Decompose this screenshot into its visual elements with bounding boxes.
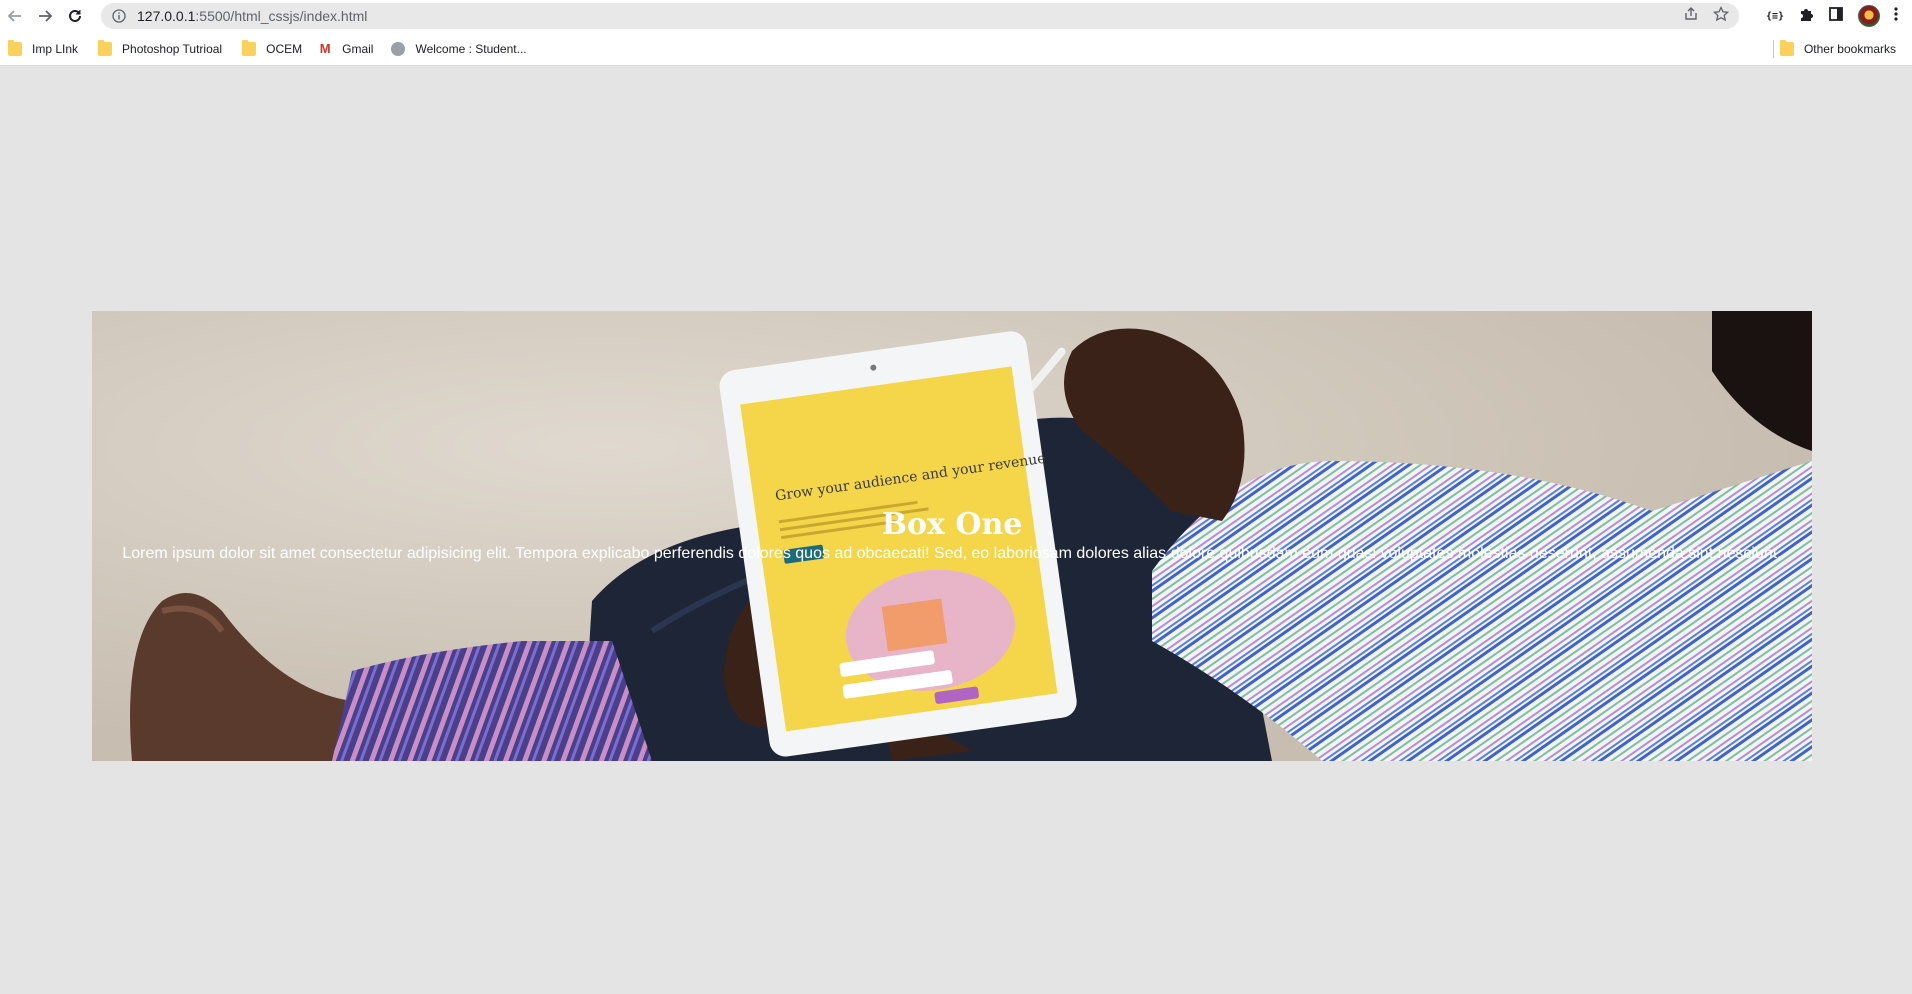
bookmark-label: Imp LInk — [32, 41, 79, 56]
forward-button[interactable] — [30, 1, 60, 31]
gmail-icon: M — [319, 40, 331, 56]
menu-kebab-icon[interactable] — [1894, 6, 1898, 27]
url-host: 127.0.0.1 — [137, 8, 196, 24]
other-bookmarks-label: Other bookmarks — [1803, 42, 1896, 56]
bookmark-welcome-student[interactable]: Welcome : Student... — [383, 36, 534, 62]
bookmark-ocem[interactable]: OCEM — [234, 36, 310, 62]
box-text: Lorem ipsum dolor sit amet consectetur a… — [122, 545, 1782, 562]
globe-icon — [391, 41, 406, 56]
bookmark-label: Gmail — [342, 41, 374, 56]
bookmark-imp-link[interactable]: Imp LInk — [0, 36, 86, 62]
bookmark-label: Welcome : Student... — [415, 41, 527, 56]
arrow-right-icon — [39, 10, 53, 22]
bookmark-gmail[interactable]: M Gmail — [310, 36, 381, 62]
address-bar[interactable]: 127.0.0.1:5500/html_cssjs/index.html — [101, 3, 1739, 29]
bookmark-label: Photoshop Tutrioal — [122, 41, 223, 56]
folder-icon — [242, 39, 257, 56]
info-icon[interactable] — [111, 8, 127, 24]
url-text: 127.0.0.1:5500/html_cssjs/index.html — [137, 8, 367, 24]
browser-toolbar: 127.0.0.1:5500/html_cssjs/index.html {≡} — [0, 0, 1912, 32]
share-icon[interactable] — [1683, 6, 1699, 27]
star-icon[interactable] — [1712, 5, 1730, 27]
hero-box: Grow your audience and your revenue Box … — [92, 311, 1812, 761]
other-bookmarks[interactable]: Other bookmarks — [1772, 36, 1904, 62]
reload-icon — [69, 9, 81, 22]
bookmarks-bar: Imp LInk Photoshop Tutrioal OCEM M Gmail… — [0, 32, 1912, 66]
url-path: :5500/html_cssjs/index.html — [195, 8, 368, 24]
extensions-puzzle-icon[interactable] — [1798, 6, 1814, 27]
folder-icon — [1779, 40, 1794, 56]
profile-avatar[interactable] — [1858, 5, 1880, 27]
bookmark-photoshop[interactable]: Photoshop Tutrioal — [90, 36, 230, 62]
extension-json-icon[interactable]: {≡} — [1766, 11, 1784, 22]
folder-icon — [98, 39, 113, 56]
arrow-left-icon — [7, 10, 21, 22]
box-title: Box One — [881, 507, 1023, 542]
folder-icon — [8, 39, 22, 56]
back-button[interactable] — [0, 1, 30, 31]
reload-button[interactable] — [60, 1, 90, 31]
side-panel-icon[interactable] — [1828, 6, 1844, 27]
bookmark-label: OCEM — [266, 41, 303, 56]
